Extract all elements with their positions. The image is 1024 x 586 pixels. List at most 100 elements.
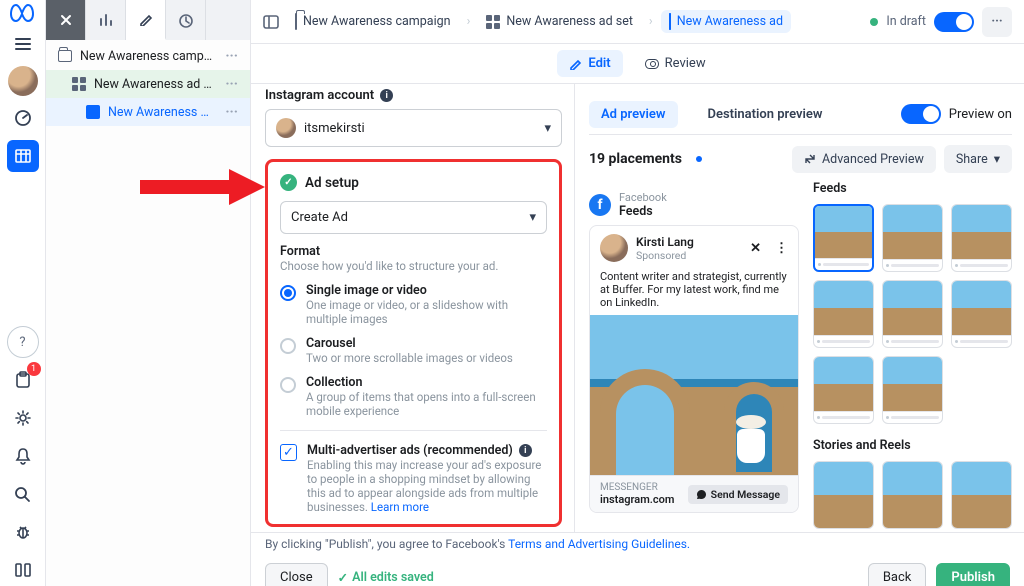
checkbox-icon: ✓ bbox=[280, 444, 297, 461]
breadcrumb-adset[interactable]: New Awareness ad set bbox=[478, 10, 641, 33]
ad-type-select[interactable]: Create Ad ▾ bbox=[280, 201, 547, 234]
ad-media bbox=[590, 315, 798, 475]
help-icon[interactable]: ? bbox=[7, 326, 39, 358]
breadcrumb-campaign-label: New Awareness campaign bbox=[303, 14, 451, 29]
hamburger-icon[interactable] bbox=[7, 28, 39, 60]
more-icon[interactable]: ··· bbox=[221, 76, 242, 92]
tree-ad[interactable]: New Awareness ad ··· bbox=[46, 98, 250, 126]
placement-thumb[interactable] bbox=[813, 461, 874, 529]
instagram-account-select[interactable]: itsmekirsti ▾ bbox=[265, 109, 562, 147]
account-avatar-icon bbox=[276, 118, 296, 138]
main-pane: New Awareness campaign › New Awareness a… bbox=[251, 0, 1024, 586]
preview-column: Ad preview Destination preview Preview o… bbox=[575, 84, 1024, 532]
multi-advertiser-checkbox[interactable]: ✓ Multi-advertiser ads (recommended) i E… bbox=[280, 430, 547, 514]
ad-preview-card: Kirsti Lang Sponsored ✕ ⋮ Content writer… bbox=[589, 225, 799, 513]
radio-icon bbox=[280, 338, 296, 354]
account-avatar[interactable] bbox=[8, 66, 38, 96]
learn-more-link[interactable]: Learn more bbox=[371, 500, 429, 514]
panel-toggle-icon[interactable] bbox=[263, 15, 279, 29]
thumb-group-stories: Stories and Reels bbox=[813, 438, 1012, 453]
sponsored-label: Sponsored bbox=[636, 249, 742, 262]
placement-thumb[interactable] bbox=[882, 356, 943, 424]
publish-button[interactable]: Publish bbox=[936, 563, 1010, 586]
info-icon[interactable]: i bbox=[519, 444, 532, 457]
preview-toolbar: 19 placements Advanced Preview Share▾ bbox=[589, 134, 1012, 181]
facebook-icon: f bbox=[589, 194, 611, 216]
more-icon[interactable]: ··· bbox=[221, 104, 242, 120]
placement-thumb[interactable] bbox=[951, 204, 1012, 272]
placement-thumb[interactable] bbox=[951, 461, 1012, 529]
tab-destination-preview[interactable]: Destination preview bbox=[696, 101, 835, 128]
post-body-text: Content writer and strategist, currently… bbox=[590, 270, 798, 315]
ad-icon bbox=[86, 105, 100, 119]
breadcrumb-bar: New Awareness campaign › New Awareness a… bbox=[251, 0, 1024, 44]
instagram-section-label: Instagram account i bbox=[265, 88, 562, 103]
placement-thumb[interactable] bbox=[882, 280, 943, 348]
instagram-account-value: itsmekirsti bbox=[304, 121, 365, 136]
gauge-icon[interactable] bbox=[7, 102, 39, 134]
history-tab-icon[interactable] bbox=[166, 0, 206, 40]
tab-ad-preview[interactable]: Ad preview bbox=[589, 101, 678, 128]
format-label: Format bbox=[280, 244, 547, 259]
edit-tab-icon[interactable] bbox=[126, 0, 166, 40]
info-icon[interactable]: i bbox=[380, 89, 393, 102]
breadcrumb-adset-label: New Awareness ad set bbox=[506, 14, 633, 29]
bug-icon[interactable] bbox=[7, 516, 39, 548]
panel-tabstrip bbox=[46, 0, 250, 40]
more-icon[interactable]: ⋮ bbox=[775, 241, 788, 256]
preview-toggle[interactable]: Preview on bbox=[901, 104, 1012, 124]
placement-thumb[interactable] bbox=[813, 280, 874, 348]
placement-thumb[interactable] bbox=[951, 280, 1012, 348]
more-icon[interactable]: ··· bbox=[221, 48, 242, 64]
close-icon[interactable]: ✕ bbox=[750, 241, 761, 256]
tree-campaign[interactable]: New Awareness camp… ··· bbox=[46, 42, 250, 70]
profile-avatar-icon bbox=[600, 234, 628, 262]
chevron-down-icon: ▾ bbox=[529, 210, 536, 225]
tree-adset[interactable]: New Awareness ad … ··· bbox=[46, 70, 250, 98]
preview-tabs: Ad preview Destination preview Preview o… bbox=[589, 94, 1012, 134]
unread-dot bbox=[696, 156, 702, 162]
search-icon[interactable] bbox=[7, 478, 39, 510]
format-help: Choose how you'd like to structure your … bbox=[280, 259, 547, 273]
format-option-collection[interactable]: Collection A group of items that opens i… bbox=[280, 375, 547, 418]
share-button[interactable]: Share▾ bbox=[944, 145, 1012, 173]
overflow-menu[interactable]: ··· bbox=[982, 7, 1012, 37]
layout-icon[interactable] bbox=[7, 554, 39, 586]
format-option-single[interactable]: Single image or video One image or video… bbox=[280, 283, 547, 326]
legal-text: By clicking "Publish", you agree to Face… bbox=[265, 537, 508, 551]
close-button[interactable]: Close bbox=[265, 563, 328, 586]
adset-icon bbox=[486, 15, 500, 29]
folder-icon bbox=[295, 14, 297, 29]
table-icon[interactable] bbox=[7, 140, 39, 172]
ad-setup-card: ✓ Ad setup Create Ad ▾ Format Choose how… bbox=[265, 159, 562, 527]
placement-context: f Facebook Feeds bbox=[589, 181, 799, 225]
gear-icon[interactable] bbox=[7, 402, 39, 434]
tree-adset-label: New Awareness ad … bbox=[94, 77, 213, 92]
meta-logo-icon bbox=[10, 4, 36, 22]
breadcrumb-campaign[interactable]: New Awareness campaign bbox=[287, 10, 459, 33]
format-option-carousel[interactable]: Carousel Two or more scrollable images o… bbox=[280, 336, 547, 365]
send-message-button[interactable]: Send Message bbox=[688, 485, 788, 504]
status-text: In draft bbox=[886, 14, 926, 29]
tab-review[interactable]: Review bbox=[633, 50, 718, 77]
placement-thumb[interactable] bbox=[813, 356, 874, 424]
close-structure-tab[interactable] bbox=[46, 0, 86, 40]
bell-icon[interactable] bbox=[7, 440, 39, 472]
placement-thumb[interactable] bbox=[813, 204, 874, 272]
footer: By clicking "Publish", you agree to Face… bbox=[251, 532, 1024, 586]
checkmark-icon: ✓ bbox=[280, 174, 297, 191]
back-button[interactable]: Back bbox=[868, 563, 927, 586]
clipboard-icon[interactable] bbox=[7, 364, 39, 396]
radio-icon bbox=[280, 285, 296, 301]
breadcrumb-ad[interactable]: New Awareness ad bbox=[661, 10, 791, 33]
publish-toggle[interactable] bbox=[934, 12, 974, 32]
form-column: Instagram account i itsmekirsti ▾ ✓ Ad s… bbox=[251, 84, 575, 532]
placement-thumb[interactable] bbox=[882, 461, 943, 529]
placement-thumb[interactable] bbox=[882, 204, 943, 272]
chart-tab-icon[interactable] bbox=[86, 0, 126, 40]
ad-setup-title: ✓ Ad setup bbox=[280, 174, 547, 191]
terms-link[interactable]: Terms and Advertising Guidelines. bbox=[508, 537, 690, 551]
advanced-preview-button[interactable]: Advanced Preview bbox=[792, 146, 936, 173]
tab-edit[interactable]: Edit bbox=[557, 50, 622, 77]
switch-icon bbox=[901, 104, 941, 124]
